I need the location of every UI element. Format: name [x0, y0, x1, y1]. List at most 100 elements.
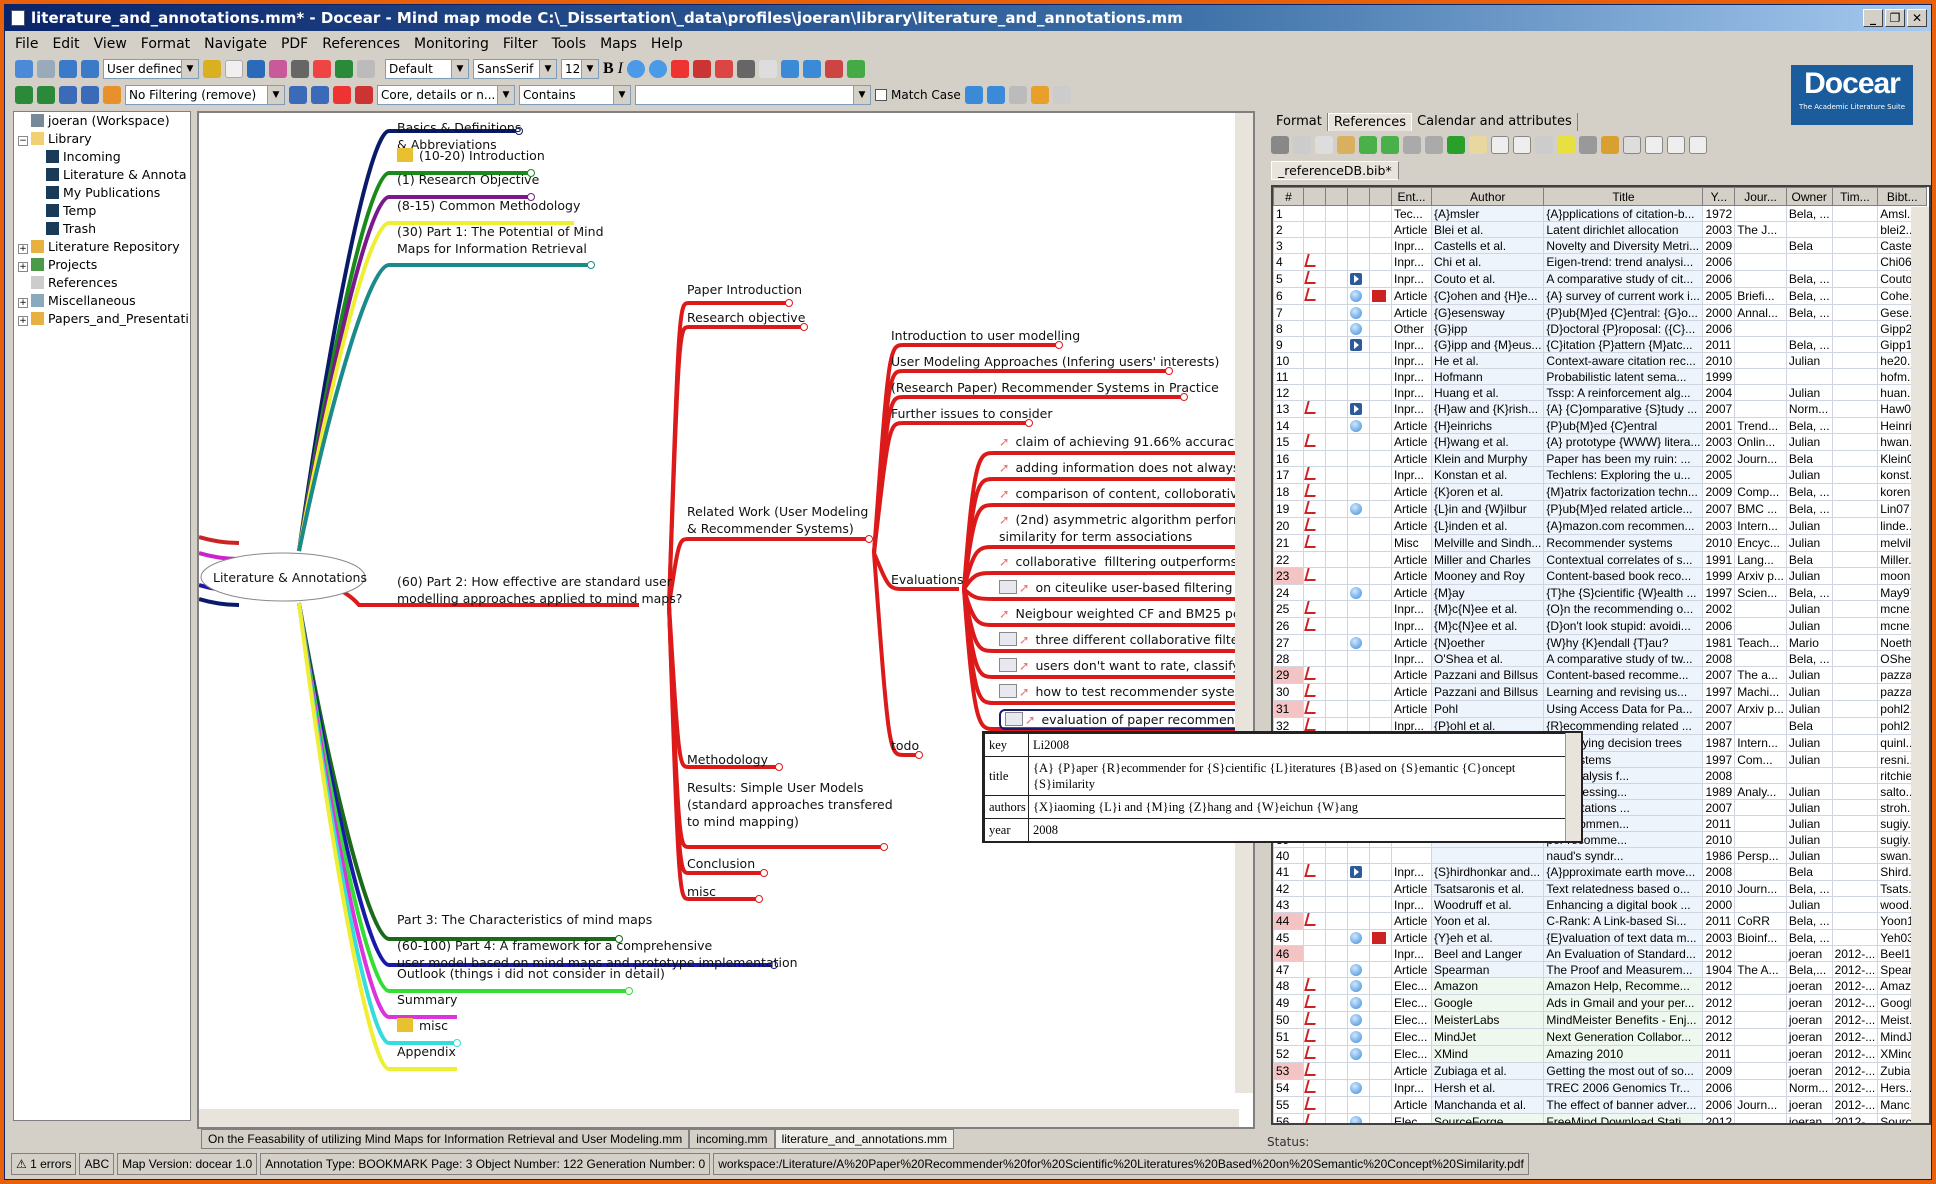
cloud-icon[interactable]	[627, 60, 645, 78]
part2-child-6[interactable]: misc	[687, 883, 716, 900]
filter-compose-icon[interactable]	[355, 86, 373, 104]
fold-indicator[interactable]	[880, 843, 888, 851]
next-icon[interactable]	[803, 60, 821, 78]
fold-indicator[interactable]	[625, 987, 633, 995]
fold-indicator[interactable]	[760, 869, 768, 877]
push-icon[interactable]	[1667, 136, 1685, 154]
doi-icon[interactable]	[1350, 338, 1362, 351]
table-row[interactable]: 13 Inpr... {H}aw and {K}rish... {A} {C}ompa…	[1273, 400, 1928, 418]
table-row[interactable]: 28 Inpr... O'Shea et al. A comparative stud…	[1273, 650, 1928, 667]
column-header[interactable]	[1369, 187, 1392, 206]
close-map-icon[interactable]	[313, 60, 331, 78]
related-child-0[interactable]: Introduction to user modelling	[891, 327, 1080, 344]
filter-action-icon[interactable]	[1030, 86, 1049, 104]
table-row[interactable]: 10 Inpr... He et al. Context-aware citation…	[1273, 352, 1928, 369]
pdf-icon[interactable]	[1304, 518, 1319, 531]
tree-item-literature-repository[interactable]: + Literature Repository	[14, 238, 190, 256]
tree-item-temp[interactable]: Temp	[14, 202, 190, 220]
part2-child-1[interactable]: Research objective	[687, 309, 805, 326]
table-row[interactable]: 11 Inpr... Hofmann Probabilistic latent sem…	[1273, 368, 1928, 385]
evaluation-node-1[interactable]: ➚ adding information does not always lead	[999, 459, 1253, 476]
pdf-icon[interactable]	[1304, 618, 1319, 631]
style-select[interactable]: Default	[385, 59, 469, 79]
pdf-icon[interactable]	[1304, 995, 1319, 1008]
url-icon[interactable]	[1350, 322, 1362, 335]
related-child-2[interactable]: (Research Paper) Recommender Systems in …	[891, 379, 1219, 396]
menu-filter[interactable]: Filter	[503, 33, 538, 55]
arxiv-icon[interactable]	[1372, 931, 1386, 944]
table-row[interactable]: 42 Article Tsatsaronis et al. Text relatedn…	[1273, 880, 1928, 897]
map-node-8[interactable]: Outlook (things i did not consider in de…	[397, 965, 665, 982]
column-header[interactable]: Jour...	[1734, 187, 1787, 206]
table-row[interactable]: 14 Article {H}einrichs {P}ub{M}ed {C}entral…	[1273, 417, 1928, 434]
minimize-button[interactable]: _	[1863, 9, 1883, 27]
table-row[interactable]: 22 Article Miller and Charles Contextual co…	[1273, 551, 1928, 568]
menu-edit[interactable]: Edit	[52, 33, 79, 55]
evaluation-node-8[interactable]: ➚ users don't want to rate, classify etc …	[999, 657, 1253, 674]
map-tab[interactable]: On the Feasability of utilizing Mind Map…	[201, 1129, 690, 1149]
redo-icon[interactable]	[357, 60, 375, 78]
zoom-in-icon[interactable]	[59, 60, 77, 78]
mind-map-canvas[interactable]: Basics & Definitions & Abbreviations (10-…	[197, 111, 1255, 1129]
pdf-icon[interactable]	[1304, 288, 1319, 301]
fold-indicator[interactable]	[755, 895, 763, 903]
url-icon[interactable]	[1350, 503, 1362, 515]
map-node-11[interactable]: Appendix	[397, 1043, 456, 1060]
table-row[interactable]: 52 Elec... XMind Amazing 2010 2011 joeran 2012…	[1273, 1045, 1928, 1063]
map-node-3[interactable]: (8-15) Common Methodology	[397, 197, 580, 214]
table-row[interactable]: 8 Other {G}ipp {D}octoral {P}roposal: ({C}.…	[1273, 320, 1928, 337]
evaluation-node-10[interactable]: ➚ evaluation of paper recommender	[999, 709, 1253, 730]
table-row[interactable]: 44 Article Yoon et al. C-Rank: A Link-based…	[1273, 912, 1928, 930]
part2-child-5[interactable]: Conclusion	[687, 855, 755, 872]
new-icon[interactable]	[225, 60, 243, 78]
table-row[interactable]: 3 Inpr... Castells et al. Novelty and Diver…	[1273, 237, 1928, 254]
zoom-out-icon[interactable]	[81, 60, 99, 78]
menu-help[interactable]: Help	[651, 33, 683, 55]
pdf-icon[interactable]	[1304, 568, 1319, 581]
tooltip-scrollbar[interactable]	[1565, 733, 1581, 841]
tab-calendar-and-attributes[interactable]: Calendar and attributes	[1412, 113, 1578, 131]
zoom-preset-select[interactable]: User defined	[103, 59, 199, 79]
pdf-icon[interactable]	[1304, 667, 1319, 680]
redo-filter-icon[interactable]	[37, 86, 55, 104]
fold-indicator[interactable]	[587, 261, 595, 269]
url-icon[interactable]	[1350, 1014, 1362, 1026]
pdf-icon[interactable]	[1304, 718, 1319, 731]
cut-icon[interactable]	[1293, 136, 1311, 154]
tree-item-trash[interactable]: Trash	[14, 220, 190, 238]
table-row[interactable]: 2 Article Blei et al. Latent dirichlet allo…	[1273, 221, 1928, 238]
table-row[interactable]: 6 Article {C}ohen and {H}e... {A} survey of…	[1273, 287, 1928, 305]
column-header[interactable]	[1347, 187, 1370, 206]
unmark-icon[interactable]	[1579, 136, 1597, 154]
pdf-icon[interactable]	[1304, 535, 1319, 548]
table-row[interactable]: 16 Article Klein and Murphy Paper has been …	[1273, 450, 1928, 467]
add-entry-icon[interactable]	[1447, 136, 1465, 154]
column-header[interactable]: Y...	[1702, 187, 1736, 206]
quick-filter-icon[interactable]	[289, 86, 307, 104]
find-previous-icon[interactable]	[964, 86, 983, 104]
related-child-1[interactable]: User Modeling Approaches (Infering users…	[891, 353, 1219, 370]
evaluation-node-9[interactable]: ➚ how to test recommender systems	[999, 683, 1253, 700]
tree-item-projects[interactable]: + Projects	[14, 256, 190, 274]
menu-format[interactable]: Format	[141, 33, 190, 55]
table-row[interactable]: 17 Inpr... Konstan et al. Techlens: Explori…	[1273, 466, 1928, 484]
lock-icon[interactable]	[847, 60, 865, 78]
tree-item-joeran-workspace-[interactable]: joeran (Workspace)	[14, 112, 190, 130]
menu-navigate[interactable]: Navigate	[204, 33, 267, 55]
table-row[interactable]: 18 Article {K}oren et al. {M}atrix factoriz…	[1273, 483, 1928, 501]
mark-icon[interactable]	[1557, 136, 1575, 154]
magic-icon[interactable]	[1535, 136, 1553, 154]
evaluation-node-7[interactable]: ➚ three different collaborative filtering…	[999, 631, 1253, 648]
table-row[interactable]: 46 Inpr... Beel and Langer An Evaluation of…	[1273, 945, 1928, 962]
apply-filter-icon[interactable]	[103, 86, 121, 104]
tree-item-my-publications[interactable]: My Publications	[14, 184, 190, 202]
url-icon[interactable]	[1350, 306, 1362, 319]
menu-references[interactable]: References	[322, 33, 400, 55]
table-row[interactable]: 45 Article {Y}eh et al. {E}valuation of tex…	[1273, 929, 1928, 946]
arxiv-icon[interactable]	[1372, 290, 1386, 302]
table-row[interactable]: 15 Article {H}wang et al. {A} prototype {WW…	[1273, 433, 1928, 451]
pdf-icon[interactable]	[1304, 1114, 1319, 1123]
font-size-select[interactable]: 12	[561, 59, 599, 79]
related-child-4[interactable]: Evaluations	[891, 571, 963, 588]
table-row[interactable]: 19 Article {L}in and {W}ilbur {P}ub{M}ed re…	[1273, 500, 1928, 518]
